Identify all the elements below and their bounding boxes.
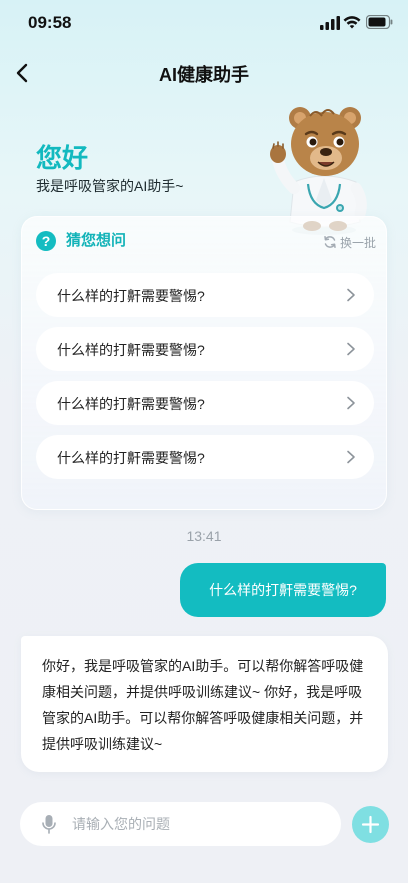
suggestion-item-label: 什么样的打鼾需要警惕? <box>57 396 205 412</box>
signal-icon <box>320 16 340 30</box>
status-bar: 09:58 <box>0 0 408 46</box>
refresh-button[interactable]: 换一批 <box>323 233 376 251</box>
suggestion-item[interactable]: 什么样的打鼾需要警惕? <box>36 273 374 317</box>
add-button[interactable] <box>352 806 389 843</box>
greeting-title: 您好 <box>36 143 89 173</box>
message-timestamp: 13:41 <box>186 528 222 544</box>
suggestion-item[interactable]: 什么样的打鼾需要警惕? <box>36 327 374 371</box>
wifi-icon <box>343 16 361 29</box>
user-message-text: 什么样的打鼾需要警惕? <box>209 582 357 598</box>
plus-icon <box>361 815 380 834</box>
suggestion-card: ? 猜您想问 换一批 什么样的打鼾需要警惕? 什么样的打鼾需要警惕? 什么样的打… <box>21 216 387 510</box>
battery-icon <box>366 15 393 29</box>
ai-message-bubble: 你好，我是呼吸管家的AI助手。可以帮你解答呼吸健康相关问题，并提供呼吸训练建议~… <box>21 636 388 772</box>
suggestion-header: ? 猜您想问 换一批 <box>36 231 376 253</box>
chevron-right-icon <box>347 396 355 410</box>
suggestion-item[interactable]: 什么样的打鼾需要警惕? <box>36 381 374 425</box>
question-icon: ? <box>36 231 56 251</box>
nav-bar: AI健康助手 <box>0 50 408 96</box>
status-time: 09:58 <box>28 13 72 32</box>
chevron-right-icon <box>347 342 355 356</box>
suggestion-item-label: 什么样的打鼾需要警惕? <box>57 450 205 466</box>
question-input[interactable] <box>72 813 327 835</box>
ai-message-text: 你好，我是呼吸管家的AI助手。可以帮你解答呼吸健康相关问题，并提供呼吸训练建议~… <box>42 658 364 752</box>
page-title: AI健康助手 <box>159 65 249 85</box>
microphone-icon[interactable] <box>41 814 57 834</box>
chevron-right-icon <box>347 288 355 302</box>
user-message-bubble: 什么样的打鼾需要警惕? <box>180 563 386 617</box>
refresh-label: 换一批 <box>339 235 376 250</box>
greeting-subtitle: 我是呼吸管家的AI助手~ <box>36 178 184 194</box>
refresh-icon <box>324 236 336 248</box>
message-composer <box>20 802 341 846</box>
suggestion-item-label: 什么样的打鼾需要警惕? <box>57 342 205 358</box>
suggestion-item-label: 什么样的打鼾需要警惕? <box>57 288 205 304</box>
suggestion-title: 猜您想问 <box>66 232 127 249</box>
suggestion-item[interactable]: 什么样的打鼾需要警惕? <box>36 435 374 479</box>
chevron-right-icon <box>347 450 355 464</box>
